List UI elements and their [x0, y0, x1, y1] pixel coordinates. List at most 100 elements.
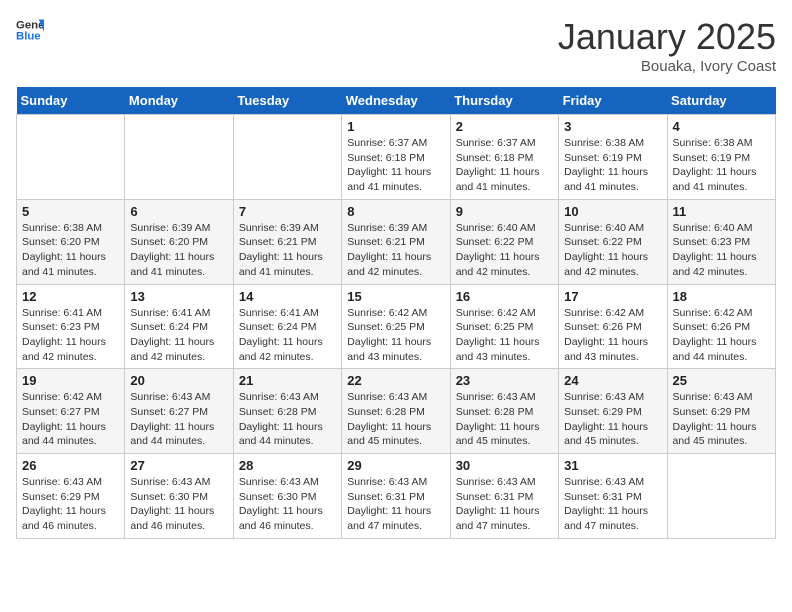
day-info: Sunrise: 6:42 AMSunset: 6:27 PMDaylight:…	[22, 390, 119, 449]
calendar-cell: 9 Sunrise: 6:40 AMSunset: 6:22 PMDaylight…	[450, 199, 558, 284]
calendar-body: 1 Sunrise: 6:37 AMSunset: 6:18 PMDaylight…	[17, 115, 776, 539]
day-info: Sunrise: 6:40 AMSunset: 6:22 PMDaylight:…	[456, 221, 553, 280]
calendar-cell: 31 Sunrise: 6:43 AMSunset: 6:31 PMDayligh…	[559, 454, 667, 539]
day-number: 12	[22, 289, 119, 304]
calendar-cell: 27 Sunrise: 6:43 AMSunset: 6:30 PMDayligh…	[125, 454, 233, 539]
day-info: Sunrise: 6:43 AMSunset: 6:31 PMDaylight:…	[564, 475, 661, 534]
day-info: Sunrise: 6:41 AMSunset: 6:23 PMDaylight:…	[22, 306, 119, 365]
day-number: 13	[130, 289, 227, 304]
calendar-cell: 22Sunrise: 6:43 AMSunset: 6:28 PMDayligh…	[342, 369, 450, 454]
day-number: 15	[347, 289, 444, 304]
weekday-header-sunday: Sunday	[17, 87, 125, 115]
calendar-cell	[233, 115, 341, 200]
weekday-header-row: SundayMondayTuesdayWednesdayThursdayFrid…	[17, 87, 776, 115]
day-number: 29	[347, 458, 444, 473]
day-number: 24	[564, 373, 661, 388]
day-number: 27	[130, 458, 227, 473]
day-number: 1	[347, 119, 444, 134]
weekday-header-wednesday: Wednesday	[342, 87, 450, 115]
weekday-header-tuesday: Tuesday	[233, 87, 341, 115]
day-number: 22	[347, 373, 444, 388]
calendar-cell: 13 Sunrise: 6:41 AMSunset: 6:24 PMDayligh…	[125, 284, 233, 369]
calendar-cell: 19Sunrise: 6:42 AMSunset: 6:27 PMDayligh…	[17, 369, 125, 454]
day-number: 30	[456, 458, 553, 473]
day-number: 26	[22, 458, 119, 473]
day-number: 28	[239, 458, 336, 473]
day-info: Sunrise: 6:43 AMSunset: 6:31 PMDaylight:…	[347, 475, 444, 534]
calendar-cell: 6Sunrise: 6:39 AMSunset: 6:20 PMDaylight…	[125, 199, 233, 284]
day-info: Sunrise: 6:43 AMSunset: 6:28 PMDaylight:…	[239, 390, 336, 449]
calendar-cell	[17, 115, 125, 200]
page-header: General Blue January 2025 Bouaka, Ivory …	[16, 16, 776, 75]
day-number: 10	[564, 204, 661, 219]
day-number: 11	[673, 204, 770, 219]
calendar-week-1: 1 Sunrise: 6:37 AMSunset: 6:18 PMDaylight…	[17, 115, 776, 200]
day-info: Sunrise: 6:43 AMSunset: 6:28 PMDaylight:…	[456, 390, 553, 449]
day-info: Sunrise: 6:40 AMSunset: 6:22 PMDaylight:…	[564, 221, 661, 280]
day-info: Sunrise: 6:38 AMSunset: 6:19 PMDaylight:…	[673, 136, 770, 195]
day-number: 18	[673, 289, 770, 304]
day-number: 4	[673, 119, 770, 134]
calendar-week-2: 5 Sunrise: 6:38 AMSunset: 6:20 PMDaylight…	[17, 199, 776, 284]
calendar-cell: 26Sunrise: 6:43 AMSunset: 6:29 PMDayligh…	[17, 454, 125, 539]
weekday-header-thursday: Thursday	[450, 87, 558, 115]
day-number: 23	[456, 373, 553, 388]
weekday-header-friday: Friday	[559, 87, 667, 115]
day-info: Sunrise: 6:39 AMSunset: 6:21 PMDaylight:…	[347, 221, 444, 280]
calendar-cell: 16Sunrise: 6:42 AMSunset: 6:25 PMDayligh…	[450, 284, 558, 369]
calendar-cell: 12 Sunrise: 6:41 AMSunset: 6:23 PMDayligh…	[17, 284, 125, 369]
day-number: 5	[22, 204, 119, 219]
location: Bouaka, Ivory Coast	[558, 58, 776, 75]
calendar-cell: 10 Sunrise: 6:40 AMSunset: 6:22 PMDayligh…	[559, 199, 667, 284]
day-info: Sunrise: 6:43 AMSunset: 6:29 PMDaylight:…	[564, 390, 661, 449]
calendar-cell: 4 Sunrise: 6:38 AMSunset: 6:19 PMDaylight…	[667, 115, 775, 200]
day-number: 31	[564, 458, 661, 473]
weekday-header-saturday: Saturday	[667, 87, 775, 115]
calendar-cell: 20Sunrise: 6:43 AMSunset: 6:27 PMDayligh…	[125, 369, 233, 454]
day-info: Sunrise: 6:42 AMSunset: 6:26 PMDaylight:…	[564, 306, 661, 365]
calendar-cell: 17Sunrise: 6:42 AMSunset: 6:26 PMDayligh…	[559, 284, 667, 369]
calendar-cell: 18 Sunrise: 6:42 AMSunset: 6:26 PMDayligh…	[667, 284, 775, 369]
calendar-week-5: 26Sunrise: 6:43 AMSunset: 6:29 PMDayligh…	[17, 454, 776, 539]
day-info: Sunrise: 6:38 AMSunset: 6:19 PMDaylight:…	[564, 136, 661, 195]
calendar-cell: 14 Sunrise: 6:41 AMSunset: 6:24 PMDayligh…	[233, 284, 341, 369]
day-info: Sunrise: 6:41 AMSunset: 6:24 PMDaylight:…	[130, 306, 227, 365]
calendar-cell: 21 Sunrise: 6:43 AMSunset: 6:28 PMDayligh…	[233, 369, 341, 454]
logo: General Blue	[16, 16, 44, 44]
day-info: Sunrise: 6:43 AMSunset: 6:30 PMDaylight:…	[130, 475, 227, 534]
calendar-cell: 7 Sunrise: 6:39 AMSunset: 6:21 PMDaylight…	[233, 199, 341, 284]
month-title: January 2025	[558, 16, 776, 58]
calendar-week-3: 12 Sunrise: 6:41 AMSunset: 6:23 PMDayligh…	[17, 284, 776, 369]
day-info: Sunrise: 6:43 AMSunset: 6:30 PMDaylight:…	[239, 475, 336, 534]
day-info: Sunrise: 6:40 AMSunset: 6:23 PMDaylight:…	[673, 221, 770, 280]
day-info: Sunrise: 6:39 AMSunset: 6:21 PMDaylight:…	[239, 221, 336, 280]
day-number: 9	[456, 204, 553, 219]
day-info: Sunrise: 6:43 AMSunset: 6:31 PMDaylight:…	[456, 475, 553, 534]
calendar-cell: 30 Sunrise: 6:43 AMSunset: 6:31 PMDayligh…	[450, 454, 558, 539]
weekday-header-monday: Monday	[125, 87, 233, 115]
day-info: Sunrise: 6:37 AMSunset: 6:18 PMDaylight:…	[347, 136, 444, 195]
calendar-cell	[667, 454, 775, 539]
calendar-cell: 15 Sunrise: 6:42 AMSunset: 6:25 PMDayligh…	[342, 284, 450, 369]
day-info: Sunrise: 6:37 AMSunset: 6:18 PMDaylight:…	[456, 136, 553, 195]
calendar-cell: 2 Sunrise: 6:37 AMSunset: 6:18 PMDaylight…	[450, 115, 558, 200]
day-info: Sunrise: 6:42 AMSunset: 6:25 PMDaylight:…	[347, 306, 444, 365]
day-number: 8	[347, 204, 444, 219]
day-number: 21	[239, 373, 336, 388]
day-number: 6	[130, 204, 227, 219]
calendar-cell	[125, 115, 233, 200]
calendar-cell: 25 Sunrise: 6:43 AMSunset: 6:29 PMDayligh…	[667, 369, 775, 454]
day-number: 2	[456, 119, 553, 134]
day-number: 25	[673, 373, 770, 388]
calendar-table: SundayMondayTuesdayWednesdayThursdayFrid…	[16, 87, 776, 539]
day-info: Sunrise: 6:43 AMSunset: 6:27 PMDaylight:…	[130, 390, 227, 449]
day-info: Sunrise: 6:43 AMSunset: 6:29 PMDaylight:…	[673, 390, 770, 449]
day-info: Sunrise: 6:41 AMSunset: 6:24 PMDaylight:…	[239, 306, 336, 365]
day-info: Sunrise: 6:42 AMSunset: 6:26 PMDaylight:…	[673, 306, 770, 365]
day-number: 14	[239, 289, 336, 304]
day-number: 7	[239, 204, 336, 219]
calendar-week-4: 19Sunrise: 6:42 AMSunset: 6:27 PMDayligh…	[17, 369, 776, 454]
day-info: Sunrise: 6:38 AMSunset: 6:20 PMDaylight:…	[22, 221, 119, 280]
day-number: 3	[564, 119, 661, 134]
calendar-cell: 5 Sunrise: 6:38 AMSunset: 6:20 PMDaylight…	[17, 199, 125, 284]
